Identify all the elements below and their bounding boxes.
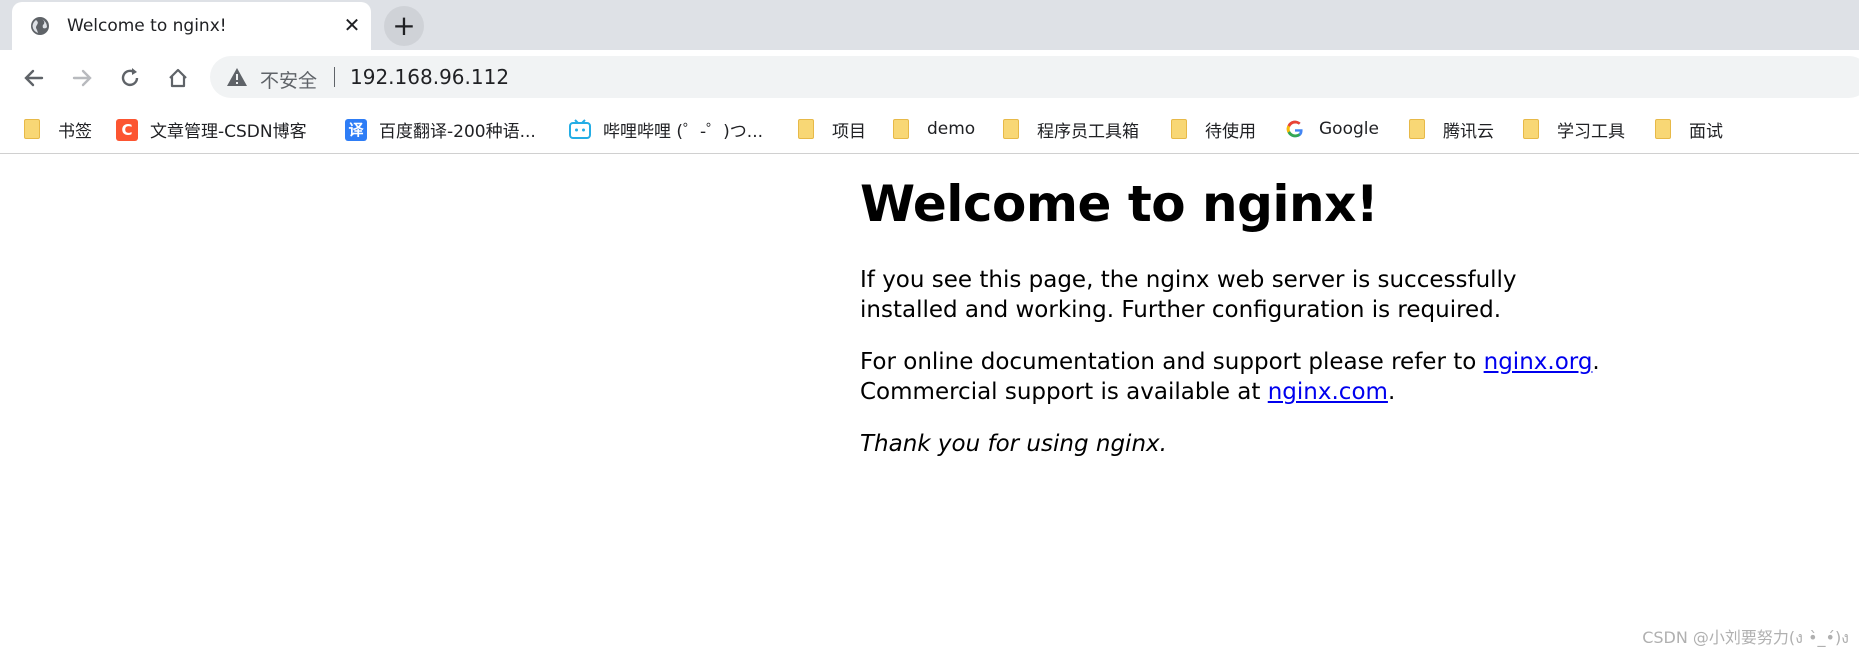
translate-icon: 译	[345, 119, 367, 141]
globe-icon	[30, 16, 50, 36]
bookmark-label: demo	[927, 119, 976, 139]
support-period: .	[1592, 349, 1600, 375]
support-text: For online documentation and support ple…	[860, 349, 1484, 375]
support-paragraph: For online documentation and support ple…	[860, 347, 1620, 407]
close-icon[interactable]: ✕	[340, 13, 364, 37]
folder-icon	[798, 119, 818, 139]
google-icon	[1285, 119, 1305, 139]
commercial-text: Commercial support is available at	[860, 379, 1268, 405]
bookmark-label: 程序员工具箱	[1037, 121, 1139, 142]
reload-icon[interactable]	[112, 60, 148, 96]
bookmark-label: 待使用	[1205, 121, 1256, 142]
security-label[interactable]: 不安全	[260, 66, 317, 93]
url-text[interactable]: 192.168.96.112	[350, 65, 509, 89]
bookmark-label: 书签	[58, 121, 92, 142]
folder-icon	[893, 119, 913, 139]
bookmark-google[interactable]: Google	[1285, 115, 1379, 143]
warning-icon[interactable]	[226, 67, 248, 87]
bilibili-icon	[569, 119, 591, 139]
bookmark-bilibili[interactable]: 哔哩哔哩 (゜-゜)つ...	[569, 115, 763, 143]
new-tab-button[interactable]: +	[384, 6, 424, 46]
nginx-com-link[interactable]: nginx.com	[1268, 379, 1388, 405]
folder-icon	[1409, 119, 1429, 139]
bookmark-folder-study[interactable]: 学习工具	[1523, 115, 1625, 143]
bookmark-folder-toolbox[interactable]: 程序员工具箱	[1003, 115, 1139, 143]
bookmark-folder-interview[interactable]: 面试	[1655, 115, 1723, 143]
bookmark-label: 面试	[1689, 121, 1723, 142]
tab-strip: Welcome to nginx! ✕ +	[0, 0, 1859, 50]
bookmark-label: 百度翻译-200种语...	[379, 121, 536, 142]
bookmark-label: 哔哩哔哩 (゜-゜)つ...	[603, 121, 764, 142]
folder-icon	[1655, 119, 1675, 139]
page-title: Welcome to nginx!	[860, 175, 1379, 233]
intro-paragraph: If you see this page, the nginx web serv…	[860, 267, 1517, 323]
bookmark-folder-shuqian[interactable]: 书签	[24, 115, 92, 143]
csdn-icon: C	[116, 119, 138, 141]
home-icon[interactable]	[160, 60, 196, 96]
folder-icon	[1003, 119, 1023, 139]
bookmark-csdn[interactable]: C 文章管理-CSDN博客	[116, 115, 307, 143]
arrow-left-icon[interactable]	[16, 60, 52, 96]
bookmark-label: Google	[1319, 119, 1379, 139]
address-bar[interactable]: 不安全 192.168.96.112	[210, 56, 1859, 98]
bookmark-label: 文章管理-CSDN博客	[150, 121, 307, 142]
tab-active[interactable]: Welcome to nginx! ✕	[12, 2, 371, 50]
bookmark-folder-pending[interactable]: 待使用	[1171, 115, 1256, 143]
bookmark-folder-demo[interactable]: demo	[893, 115, 975, 143]
bookmark-label: 项目	[832, 121, 866, 142]
bookmarks-bar: 书签 C 文章管理-CSDN博客 译 百度翻译-200种语... 哔哩哔哩 (゜…	[0, 105, 1859, 154]
folder-icon	[24, 119, 44, 139]
nginx-org-link[interactable]: nginx.org	[1484, 349, 1593, 375]
page-content: Welcome to nginx! If you see this page, …	[860, 175, 1620, 459]
bookmark-folder-tencent[interactable]: 腾讯云	[1409, 115, 1494, 143]
toolbar: 不安全 192.168.96.112	[0, 50, 1859, 105]
bookmark-label: 腾讯云	[1443, 121, 1494, 142]
bookmark-folder-xiangmu[interactable]: 项目	[798, 115, 866, 143]
folder-icon	[1171, 119, 1191, 139]
folder-icon	[1523, 119, 1543, 139]
bookmark-baidu-translate[interactable]: 译 百度翻译-200种语...	[345, 115, 536, 143]
separator	[334, 67, 335, 87]
thanks-paragraph: Thank you for using nginx.	[860, 431, 1167, 457]
watermark: CSDN @小刘要努力(ง •̀_•́)ง	[1642, 628, 1849, 647]
tab-title: Welcome to nginx!	[67, 16, 227, 36]
bookmark-label: 学习工具	[1557, 121, 1625, 142]
commercial-period: .	[1387, 379, 1396, 405]
arrow-right-icon[interactable]	[64, 60, 100, 96]
